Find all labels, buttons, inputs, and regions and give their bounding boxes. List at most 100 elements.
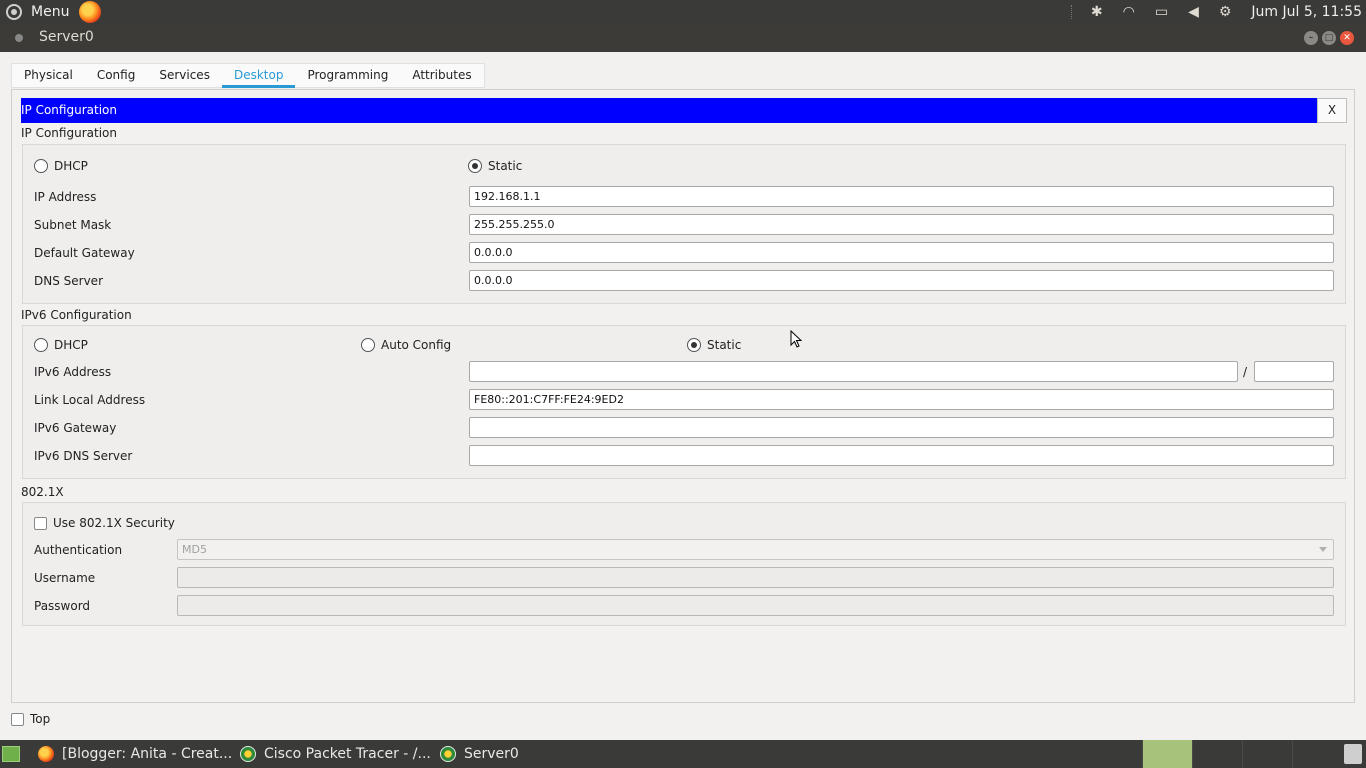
window-titlebar[interactable]: Server0 – □ ✕ — [0, 24, 1366, 52]
close-window-button[interactable]: ✕ — [1340, 31, 1354, 45]
firefox-launcher-icon[interactable] — [79, 1, 101, 23]
wifi-icon[interactable]: ◠ — [1123, 0, 1135, 24]
mouse-pointer-icon — [790, 330, 802, 348]
authentication-label: Authentication — [34, 543, 123, 557]
workspace-1[interactable] — [1142, 740, 1192, 768]
tab-services[interactable]: Services — [147, 64, 222, 87]
tab-physical[interactable]: Physical — [12, 64, 85, 87]
link-local-address-label: Link Local Address — [34, 393, 146, 407]
dns-server-input[interactable]: 0.0.0.0 — [469, 270, 1334, 291]
password-label: Password — [34, 599, 91, 613]
radio-dot — [34, 338, 48, 352]
subnet-mask-label: Subnet Mask — [34, 218, 112, 232]
tab-attributes[interactable]: Attributes — [400, 64, 483, 87]
ipv6-dns-server-input[interactable] — [469, 445, 1334, 466]
ipv4-section-label: IP Configuration — [21, 126, 117, 140]
ipv4-dhcp-radio[interactable]: DHCP — [34, 159, 88, 173]
menu-label: Menu — [31, 4, 70, 20]
ipv4-static-radio[interactable]: Static — [468, 159, 522, 173]
trash-icon[interactable] — [1344, 744, 1362, 764]
prefix-separator: / — [1243, 365, 1248, 379]
bluetooth-icon[interactable]: ✱ — [1091, 0, 1103, 24]
top-checkbox[interactable]: Top — [11, 712, 50, 726]
minimize-button[interactable]: – — [1304, 31, 1318, 45]
taskbar-item-label: Cisco Packet Tracer - /... — [264, 746, 431, 762]
battery-icon[interactable]: ▭ — [1155, 0, 1168, 24]
workspace-4[interactable] — [1292, 740, 1342, 768]
ipv4-group: DHCP Static IP Address 192.168.1.1 Subne… — [22, 144, 1346, 304]
ipv6-static-label: Static — [707, 338, 742, 352]
ipv6-static-radio[interactable]: Static — [687, 338, 741, 352]
ipv6-address-input[interactable] — [469, 361, 1238, 382]
ipv6-gateway-label: IPv6 Gateway — [34, 421, 117, 435]
authentication-value: MD5 — [182, 543, 207, 556]
top-checkbox-label: Top — [30, 712, 51, 726]
dns-server-label: DNS Server — [34, 274, 103, 288]
ip-configuration-header: IP Configuration X — [21, 98, 1347, 123]
ubuntu-logo-icon — [6, 4, 22, 20]
clock[interactable]: Jum Jul 5, 11:55 — [1251, 4, 1362, 20]
ipv6-dns-server-label: IPv6 DNS Server — [34, 449, 133, 463]
use-8021x-security-checkbox[interactable]: Use 802.1X Security — [34, 516, 175, 530]
default-gateway-input[interactable]: 0.0.0.0 — [469, 242, 1334, 263]
dot1x-group: Use 802.1X Security Authentication MD5 U… — [22, 502, 1346, 626]
chevron-down-icon — [1319, 547, 1327, 552]
ipv4-dhcp-label: DHCP — [54, 159, 88, 173]
radio-dot — [34, 159, 48, 173]
username-input — [177, 567, 1334, 588]
taskbar-item-label: Server0 — [464, 746, 519, 762]
packet-tracer-icon — [440, 746, 456, 762]
close-ip-configuration-button[interactable]: X — [1317, 98, 1347, 123]
tab-config[interactable]: Config — [85, 64, 148, 87]
maximize-button[interactable]: □ — [1322, 31, 1336, 45]
ipv6-group: DHCP Auto Config Static IPv6 Address / L… — [22, 325, 1346, 479]
window-title: Server0 — [39, 29, 94, 45]
workspace-3[interactable] — [1242, 740, 1292, 768]
ipv6-dhcp-radio[interactable]: DHCP — [34, 338, 88, 352]
taskbar-item-packet-tracer[interactable]: Cisco Packet Tracer - /... — [240, 740, 431, 768]
username-label: Username — [34, 571, 96, 585]
system-tray: ✱ ◠ ▭ ◀ ⚙ Jum Jul 5, 11:55 — [1070, 0, 1366, 24]
taskbar-item-label: [Blogger: Anita - Creat... — [62, 746, 233, 762]
checkbox-box — [11, 712, 24, 726]
taskbar-item-server0[interactable]: Server0 — [440, 740, 519, 768]
tray-separator — [1070, 5, 1073, 19]
tab-desktop[interactable]: Desktop — [221, 64, 296, 88]
dot1x-section-label: 802.1X — [21, 485, 64, 499]
taskbar: [Blogger: Anita - Creat... Cisco Packet … — [0, 740, 1366, 768]
workspace-2[interactable] — [1192, 740, 1242, 768]
volume-icon[interactable]: ◀ — [1188, 0, 1199, 24]
ip-address-label: IP Address — [34, 190, 97, 204]
firefox-icon — [38, 746, 54, 762]
ipv6-address-label: IPv6 Address — [34, 365, 112, 379]
taskbar-item-blogger[interactable]: [Blogger: Anita - Creat... — [38, 740, 232, 768]
radio-dot-selected — [468, 159, 482, 173]
ipv4-static-label: Static — [488, 159, 523, 173]
ipv6-gateway-input[interactable] — [469, 417, 1334, 438]
subnet-mask-input[interactable]: 255.255.255.0 — [469, 214, 1334, 235]
password-input — [177, 595, 1334, 616]
window-client: Physical Config Services Desktop Program… — [0, 52, 1366, 740]
ip-configuration-title: IP Configuration — [21, 103, 117, 117]
desktop-panel: IP Configuration X IP Configuration DHCP… — [11, 89, 1355, 703]
link-local-address-input[interactable]: FE80::201:C7FF:FE24:9ED2 — [469, 389, 1334, 410]
tab-bar: Physical Config Services Desktop Program… — [11, 63, 485, 88]
default-gateway-label: Default Gateway — [34, 246, 135, 260]
ipv6-prefix-input[interactable] — [1254, 361, 1334, 382]
use-8021x-security-label: Use 802.1X Security — [53, 516, 175, 530]
radio-dot — [361, 338, 375, 352]
ipv6-dhcp-label: DHCP — [54, 338, 88, 352]
ip-address-input[interactable]: 192.168.1.1 — [469, 186, 1334, 207]
ipv6-auto-config-label: Auto Config — [381, 338, 452, 352]
settings-gear-icon[interactable]: ⚙ — [1219, 0, 1232, 24]
ipv6-auto-config-radio[interactable]: Auto Config — [361, 338, 451, 352]
radio-dot-selected — [687, 338, 701, 352]
window-app-icon — [15, 34, 23, 42]
ipv6-section-label: IPv6 Configuration — [21, 308, 132, 322]
tab-programming[interactable]: Programming — [295, 64, 400, 87]
checkbox-box — [34, 516, 47, 530]
menu-button[interactable]: Menu — [6, 2, 69, 22]
show-desktop-icon[interactable] — [2, 746, 20, 762]
authentication-select: MD5 — [177, 539, 1334, 560]
top-panel: Menu ✱ ◠ ▭ ◀ ⚙ Jum Jul 5, 11:55 — [0, 0, 1366, 24]
